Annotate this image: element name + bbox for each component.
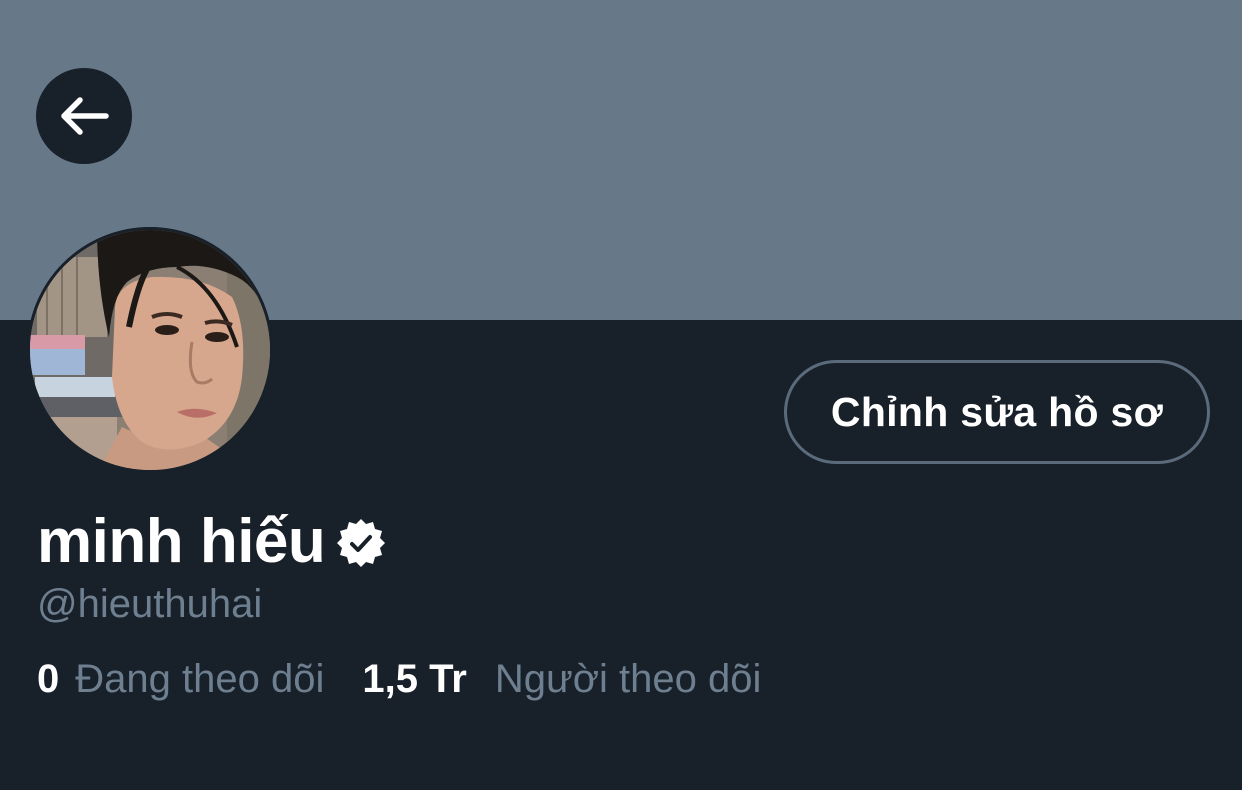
follow-stats: 0 Đang theo dõi 1,5 Tr Người theo dõi bbox=[37, 654, 761, 704]
name-row: minh hiếu bbox=[37, 502, 387, 582]
following-count: 0 bbox=[37, 657, 60, 701]
arrow-left-icon bbox=[61, 97, 109, 135]
followers-count: 1,5 Tr bbox=[362, 657, 467, 701]
verified-badge-icon[interactable] bbox=[335, 517, 387, 569]
avatar[interactable] bbox=[27, 227, 273, 473]
followers-stat[interactable]: 1,5 Tr Người theo dõi bbox=[362, 654, 761, 704]
display-name: minh hiếu bbox=[37, 507, 326, 576]
username-handle: @hieuthuhai bbox=[37, 582, 263, 626]
followers-label: Người theo dõi bbox=[494, 657, 762, 701]
following-label: Đang theo dõi bbox=[75, 657, 325, 701]
following-stat[interactable]: 0 Đang theo dõi bbox=[37, 654, 324, 704]
profile-page: Chỉnh sửa hồ sơ minh hiếu @hieuthuhai 0 … bbox=[0, 0, 1242, 790]
avatar-photo bbox=[27, 227, 273, 473]
edit-profile-button[interactable]: Chỉnh sửa hồ sơ bbox=[784, 360, 1210, 464]
back-button[interactable] bbox=[36, 68, 132, 164]
